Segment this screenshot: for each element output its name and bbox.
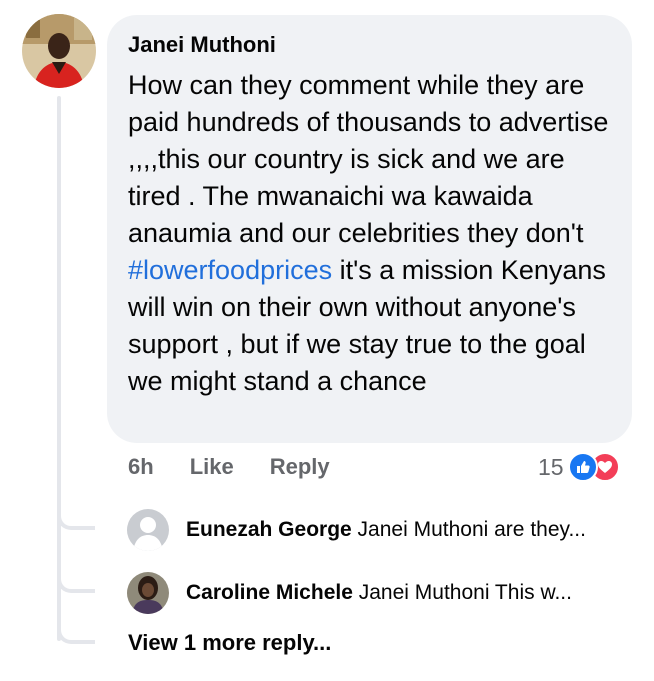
thread-line (57, 96, 61, 641)
view-more-replies-link[interactable]: View 1 more reply... (128, 630, 331, 656)
like-icon (567, 452, 598, 482)
reply-avatar-default[interactable] (127, 509, 169, 551)
comment-timestamp[interactable]: 6h (128, 454, 154, 480)
reply-preview: Janei Muthoni are they... (357, 518, 586, 541)
reply-preview: Janei Muthoni This w... (358, 581, 572, 604)
reply-item[interactable]: Caroline Michele Janei Muthoni This w... (127, 572, 637, 614)
comment-author-name[interactable]: Janei Muthoni (128, 31, 610, 59)
thread-branch-reply-2 (57, 571, 95, 593)
reaction-count: 15 (538, 453, 564, 480)
comment-text: How can they comment while they are paid… (128, 67, 610, 400)
reply-item[interactable]: Eunezah George Janei Muthoni are they... (127, 509, 637, 551)
comment-actions: 6h Like Reply (128, 454, 330, 480)
thread-branch-view-more (57, 622, 95, 644)
commenter-avatar[interactable] (22, 14, 96, 88)
reply-avatar-photo[interactable] (127, 572, 169, 614)
hashtag-link[interactable]: #lowerfoodprices (128, 255, 332, 285)
thread-branch-reply-1 (57, 508, 95, 530)
reply-text: Eunezah George Janei Muthoni are they... (186, 518, 586, 542)
comment-text-part-1: How can they comment while they are paid… (128, 70, 609, 248)
like-button[interactable]: Like (190, 454, 234, 480)
reply-button[interactable]: Reply (270, 454, 330, 480)
reply-text: Caroline Michele Janei Muthoni This w... (186, 581, 572, 605)
reactions-summary[interactable]: 15 (538, 452, 620, 482)
reply-author[interactable]: Caroline Michele (186, 581, 353, 604)
comment-bubble: Janei Muthoni How can they comment while… (107, 15, 632, 443)
reply-author[interactable]: Eunezah George (186, 518, 352, 541)
